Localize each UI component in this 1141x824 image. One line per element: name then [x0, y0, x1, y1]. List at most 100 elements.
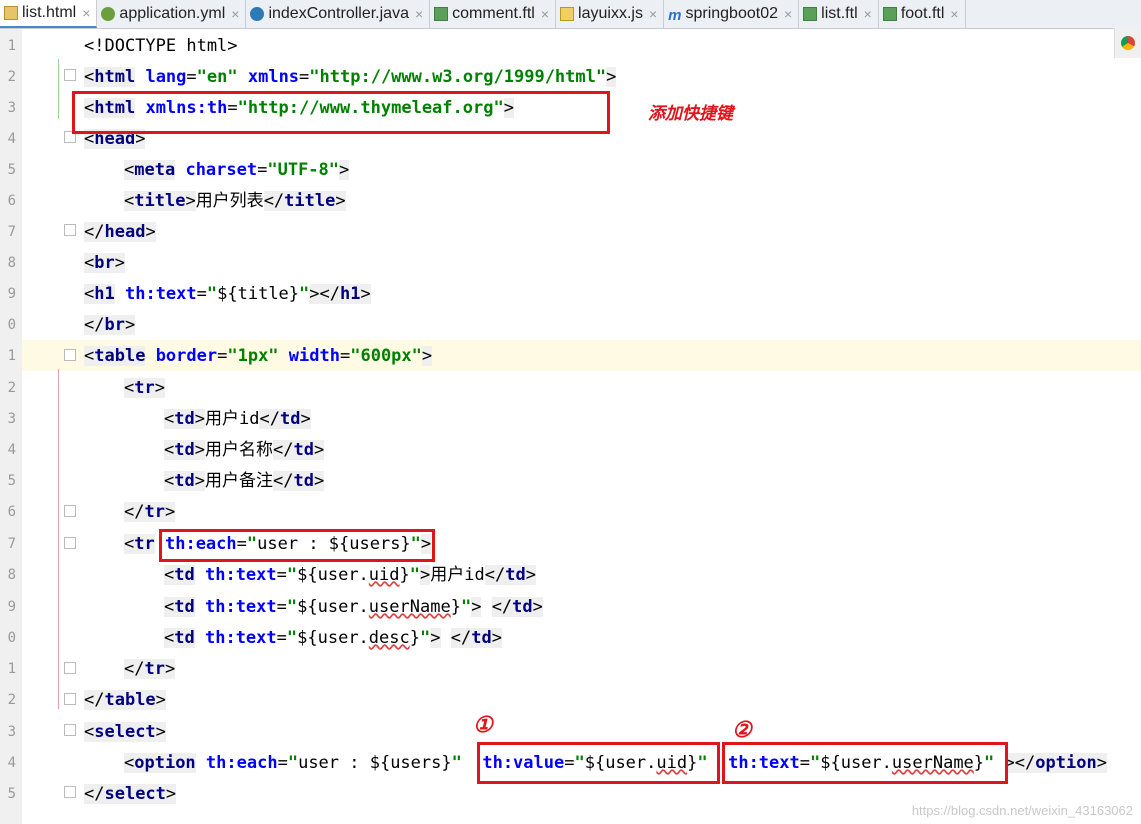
line-number: 1 [7, 661, 16, 677]
fold-marker[interactable] [64, 69, 76, 81]
line-number-gutter: 1 2 3 4 5 6 7 8 9 0 1 2 3 4 5 6 7 8 9 0 1 2 3 4 5 [0, 29, 22, 824]
code-line-23: <select> [84, 722, 166, 742]
ftl-file-icon [803, 7, 818, 21]
fold-marker[interactable] [64, 786, 76, 798]
close-icon[interactable]: × [784, 6, 792, 22]
tab-layuixx-js[interactable]: layuixx.js × [556, 0, 665, 28]
line-number: 3 [7, 724, 16, 740]
close-icon[interactable]: × [415, 6, 423, 22]
code-line-14: <td>用户名称</td> [164, 440, 325, 460]
line-number: 4 [7, 442, 16, 458]
js-file-icon [560, 7, 575, 21]
line-number: 1 [7, 38, 16, 54]
line-number: 5 [7, 473, 16, 489]
line-number: 2 [7, 380, 16, 396]
fold-marker[interactable] [64, 724, 76, 736]
editor-tab-bar: list.html × application.yml × indexControlle… [0, 0, 1141, 29]
close-icon[interactable]: × [950, 6, 958, 22]
code-line-18: <td th:text="${user.uid}">用户id</td> [164, 565, 536, 585]
line-number: 4 [7, 131, 16, 147]
code-line-9: <h1 th:text="${title}"></h1> [84, 284, 371, 304]
close-icon[interactable]: × [864, 6, 872, 22]
line-number: 3 [7, 411, 16, 427]
code-line-25: </select> [84, 784, 177, 804]
close-icon[interactable]: × [649, 6, 657, 22]
code-line-20: <td th:text="${user.desc}"> </td> [164, 628, 502, 648]
code-line-22: </table> [84, 690, 166, 710]
fold-marker[interactable] [64, 662, 76, 674]
shortcut-note: 添加快捷键 [648, 104, 733, 124]
code-line-19: <td th:text="${user.userName}"> </td> [164, 597, 543, 617]
tab-label: foot.ftl [900, 5, 945, 22]
tab-application-yml[interactable]: application.yml × [97, 0, 247, 28]
tab-label: list.html [22, 4, 77, 21]
fold-marker[interactable] [64, 224, 76, 236]
tab-label: application.yml [119, 5, 226, 22]
html-file-icon [4, 6, 18, 20]
tab-foot-ftl[interactable]: foot.ftl × [879, 0, 966, 28]
maven-module-icon: m [668, 7, 682, 24]
line-number: 0 [7, 630, 16, 646]
line-number: 3 [7, 100, 16, 116]
line-number: 8 [7, 567, 16, 583]
line-number: 8 [7, 255, 16, 271]
code-line-21: </tr> [124, 659, 176, 679]
line-number: 2 [7, 69, 16, 85]
code-line-10: </br> [84, 315, 136, 335]
code-line-2: <html lang="en" xmlns="http://www.w3.org… [84, 67, 617, 87]
code-line-13: <td>用户id</td> [164, 409, 311, 429]
line-number: 9 [7, 599, 16, 615]
line-number: 9 [7, 286, 16, 302]
code-line-1: <!DOCTYPE html> [84, 36, 238, 56]
fold-marker[interactable] [64, 537, 76, 549]
line-number: 7 [7, 536, 16, 552]
ftl-file-icon [434, 7, 449, 21]
line-number: 5 [7, 162, 16, 178]
tab-label: springboot02 [685, 5, 778, 22]
tab-springboot02[interactable]: m springboot02 × [664, 0, 800, 28]
highlight-box-th-each [159, 529, 435, 562]
line-number: 1 [7, 348, 16, 364]
code-line-12: <tr> [124, 378, 165, 398]
code-editor[interactable]: 1 2 3 4 5 6 7 8 9 0 1 2 3 4 5 6 7 8 9 0 1 2 3 4 5 <!DOCTYPE html… [0, 29, 1141, 824]
fold-marker[interactable] [64, 505, 76, 517]
line-number: 2 [7, 692, 16, 708]
vcs-added-marker [58, 59, 59, 119]
tab-label: list.ftl [821, 5, 858, 22]
fold-marker[interactable] [64, 349, 76, 361]
fold-marker[interactable] [64, 693, 76, 705]
code-line-15: <td>用户备注</td> [164, 471, 325, 491]
code-line-6: <title>用户列表</title> [124, 191, 346, 211]
tab-comment-ftl[interactable]: comment.ftl × [430, 0, 557, 28]
code-line-11: <table border="1px" width="600px"> [84, 346, 433, 366]
line-number: 5 [7, 786, 16, 802]
close-icon[interactable]: × [82, 5, 90, 21]
code-line-5: <meta charset="UTF-8"> [124, 160, 350, 180]
line-number: 0 [7, 317, 16, 333]
ftl-file-icon [882, 7, 897, 21]
code-line-7: </head> [84, 222, 156, 242]
line-number: 6 [7, 193, 16, 209]
close-icon[interactable]: × [541, 6, 549, 22]
tab-label: comment.ftl [452, 5, 535, 22]
tab-list-html[interactable]: list.html × [0, 0, 98, 28]
tab-list-ftl[interactable]: list.ftl × [799, 0, 879, 28]
tab-label: indexController.java [268, 5, 409, 22]
line-number: 7 [7, 224, 16, 240]
yml-file-icon [101, 7, 116, 21]
watermark: https://blog.csdn.net/weixin_43163062 [911, 803, 1133, 818]
code-line-8: <br> [84, 253, 125, 273]
marker-one: ① [473, 712, 493, 738]
line-number: 4 [7, 755, 16, 771]
code-line-16: </tr> [124, 502, 176, 522]
vcs-changed-marker [58, 369, 59, 709]
tab-label: layuixx.js [578, 5, 643, 22]
java-class-icon [250, 7, 265, 21]
marker-two: ② [732, 717, 752, 743]
highlight-box-thymeleaf-namespace [72, 91, 610, 134]
highlight-box-th-text [722, 742, 1008, 784]
close-icon[interactable]: × [231, 6, 239, 22]
highlight-box-th-value [477, 742, 720, 784]
line-number: 6 [7, 504, 16, 520]
tab-indexcontroller-java[interactable]: indexController.java × [246, 0, 431, 28]
